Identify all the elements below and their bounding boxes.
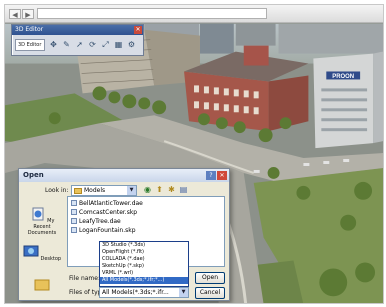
move-icon[interactable]: ✥ <box>48 39 59 51</box>
places-item-recent-documents[interactable]: My Recent Documents <box>22 207 62 236</box>
file-name: BellAtlanticTower.dae <box>79 200 143 207</box>
file-type-option[interactable]: 3D Studio (*.3ds) <box>100 242 188 249</box>
file-item[interactable]: LeafyTree.dae <box>71 218 121 226</box>
close-icon[interactable]: ✕ <box>217 171 227 180</box>
browser-toolbar: ◀ ▶ <box>5 5 383 23</box>
building <box>278 23 383 54</box>
back-icon[interactable]: ◉ <box>142 184 153 196</box>
file-name: LeafyTree.dae <box>79 218 121 225</box>
sign-text: PROON <box>332 74 354 80</box>
rotate-icon[interactable]: ⟳ <box>87 39 98 51</box>
file-type-option-selected[interactable]: All Models(*.3ds;*.ifr;*...) <box>100 277 188 284</box>
file-icon <box>71 218 77 224</box>
folder-icon <box>34 279 50 291</box>
files-of-type-select[interactable]: All Models(*.3ds;*.ifr... ▼ <box>99 287 189 298</box>
file-name: ComcastCenter.skp <box>79 209 138 216</box>
new-folder-icon[interactable]: ✱ <box>166 184 177 196</box>
files-of-type-value: All Models(*.3ds;*.ifr... <box>102 289 169 296</box>
building <box>243 45 269 66</box>
folder-icon <box>74 188 82 194</box>
3d-editor-panel: 3D Editor ✕ 3D Editor ✥ ✎ ➚ ⟳ ⤢ ▦ ⚙ <box>11 24 144 56</box>
places-label: Desktop <box>40 256 62 262</box>
up-folder-icon[interactable]: ⬆ <box>154 184 165 196</box>
dialog-title: Open <box>19 169 229 182</box>
3d-editor-dropdown[interactable]: 3D Editor <box>15 39 45 51</box>
recent-documents-icon <box>32 207 44 221</box>
help-icon[interactable]: ? <box>206 171 216 180</box>
look-in-select[interactable]: Models ▼ <box>71 185 137 196</box>
grid-icon[interactable]: ▦ <box>113 39 124 51</box>
file-type-dropdown-list[interactable]: 3D Studio (*.3ds) OpenFlight (*.flt) COL… <box>99 241 189 287</box>
application-frame: ◀ ▶ PROON 3D Editor ✕ 3D Editor ✥ ✎ ➚ ⟳ … <box>4 4 384 304</box>
look-in-label: Look in: <box>45 187 69 194</box>
look-in-value: Models <box>84 187 106 194</box>
file-item[interactable]: LoganFountain.skp <box>71 227 136 235</box>
open-button[interactable]: Open <box>195 272 225 284</box>
file-name: LoganFountain.skp <box>79 227 136 234</box>
view-menu-icon[interactable]: ▤ <box>178 184 189 196</box>
file-item[interactable]: ComcastCenter.skp <box>71 209 137 217</box>
file-icon <box>71 209 77 215</box>
cancel-button[interactable]: Cancel <box>195 287 225 299</box>
file-icon <box>71 200 77 206</box>
file-type-option[interactable]: COLLADA (*.dae) <box>100 256 188 263</box>
places-item-folder[interactable] <box>22 277 62 294</box>
chevron-down-icon: ▼ <box>127 186 136 195</box>
back-button[interactable]: ◀ <box>9 9 21 19</box>
file-item[interactable]: BellAtlanticTower.dae <box>71 200 143 208</box>
pointer-icon[interactable]: ➚ <box>74 39 85 51</box>
file-type-option[interactable]: OpenFlight (*.flt) <box>100 249 188 256</box>
pencil-icon[interactable]: ✎ <box>61 39 72 51</box>
file-icon <box>71 227 77 233</box>
forward-button[interactable]: ▶ <box>22 9 34 19</box>
building <box>373 51 383 144</box>
file-type-option[interactable]: VRML (*.wrl) <box>100 270 188 277</box>
open-file-dialog: Open ? ✕ Look in: Models ▼ ◉ ⬆ ✱ ▤ My Re… <box>18 168 230 301</box>
file-type-option[interactable]: SketchUp (*.skp) <box>100 263 188 270</box>
close-icon[interactable]: ✕ <box>134 26 142 34</box>
chevron-down-icon: ▼ <box>179 288 188 297</box>
scale-icon[interactable]: ⤢ <box>100 39 111 51</box>
desktop-icon <box>23 245 39 257</box>
building <box>199 23 234 54</box>
file-name-label: File name: <box>69 275 100 282</box>
places-item-desktop[interactable]: Desktop <box>22 245 62 262</box>
address-bar[interactable] <box>37 8 267 19</box>
3d-editor-title: 3D Editor <box>12 25 143 35</box>
building <box>235 23 276 46</box>
settings-icon[interactable]: ⚙ <box>126 39 137 51</box>
